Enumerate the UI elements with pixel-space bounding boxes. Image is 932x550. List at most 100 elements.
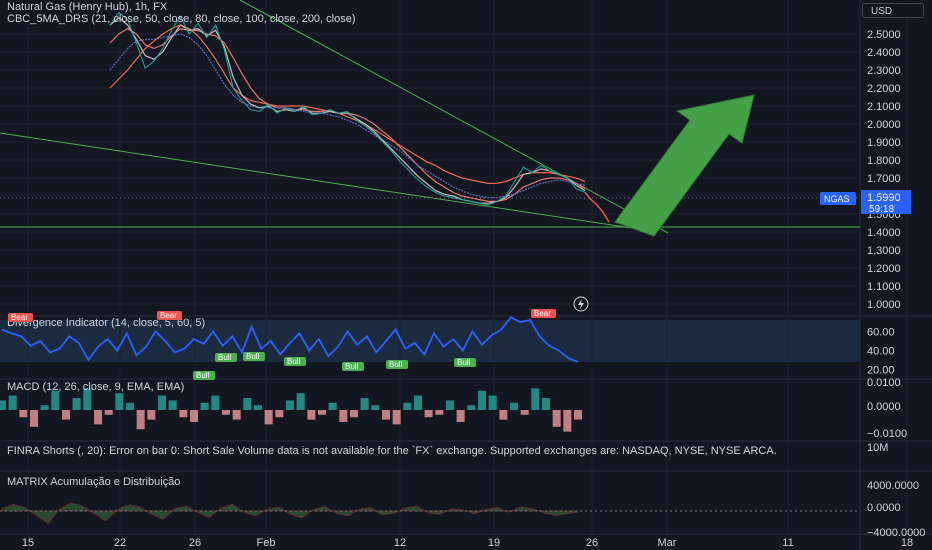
bull-label-text: Bull — [457, 358, 471, 367]
price-tick-label: 1.9000 — [867, 137, 901, 149]
bull-label: Bull — [342, 362, 364, 371]
matrix-tick-label: 0.0000 — [867, 502, 901, 514]
macd-bar — [126, 402, 134, 410]
time-tick-label: 22 — [114, 537, 126, 549]
bull-label-text: Bull — [389, 360, 403, 369]
macd-bar — [563, 410, 572, 432]
macd-bar — [510, 402, 518, 410]
osc-tick-label: 60.00 — [867, 327, 895, 339]
indicator-legend-matrix[interactable]: MATRIX Acumulação e Distribuição — [7, 476, 180, 488]
bear-label-text: Bear — [160, 311, 177, 320]
bull-label-text: Bull — [246, 352, 260, 361]
macd-bar — [115, 393, 124, 410]
bull-label-text: Bull — [218, 353, 232, 362]
bull-label-text: Bull — [287, 357, 301, 366]
time-tick-label: 11 — [782, 537, 793, 549]
macd-bar — [339, 410, 348, 422]
price-tick-label: 1.8000 — [867, 155, 901, 167]
indicator-legend-cbc[interactable]: CBC_5MA_DRS (21, close, 50, close, 80, c… — [7, 13, 356, 25]
macd-bar — [552, 410, 561, 427]
price-tick-label: 1.4000 — [867, 227, 901, 239]
macd-bar — [456, 410, 465, 422]
macd-bar — [0, 400, 6, 410]
macd-bar — [8, 395, 17, 410]
ticker-text: NGAS — [824, 194, 850, 204]
price-tick-label: 2.0000 — [867, 119, 901, 131]
bear-label: Bear — [157, 311, 182, 320]
bull-label: Bull — [454, 358, 476, 367]
last-price-text: 1.5990 — [867, 192, 901, 204]
macd-bar — [296, 393, 305, 410]
macd-bar — [211, 395, 220, 410]
macd-bar — [531, 388, 540, 410]
macd-bar — [62, 410, 70, 420]
macd-bar — [147, 410, 156, 420]
time-tick-label: 19 — [488, 537, 500, 549]
macd-bar — [179, 410, 188, 418]
indicator-legend-macd[interactable]: MACD (12, 26, close, 9, EMA, EMA) — [7, 381, 184, 393]
macd-bar — [94, 410, 102, 425]
macd-bar — [190, 410, 198, 422]
price-tick-label: 1.1000 — [867, 281, 901, 293]
time-tick-label: 15 — [22, 537, 34, 549]
macd-bar — [520, 410, 529, 415]
price-tick-label: 2.1000 — [867, 101, 901, 113]
macd-tick-label: −0.0100 — [867, 428, 907, 440]
bull-label: Bull — [243, 352, 265, 361]
currency-label: USD — [871, 6, 893, 17]
macd-bar — [542, 398, 550, 410]
macd-bar — [350, 410, 358, 418]
macd-bar — [19, 410, 28, 418]
macd-bar — [72, 398, 81, 410]
macd-bar — [371, 405, 380, 410]
symbol-title[interactable]: Natural Gas (Henry Hub), 1h, FX — [7, 1, 168, 13]
macd-bar — [254, 405, 262, 410]
macd-bar — [307, 410, 316, 420]
bull-label: Bull — [215, 353, 237, 362]
macd-bar — [382, 410, 390, 420]
macd-bar — [51, 390, 60, 410]
matrix-tick-label: 4000.0000 — [867, 480, 919, 492]
macd-bar — [158, 395, 166, 410]
macd-bar — [40, 405, 49, 410]
countdown-text: 59:18 — [869, 204, 894, 215]
macd-bar — [360, 398, 369, 410]
macd-bar — [168, 400, 177, 410]
macd-bar — [414, 395, 422, 410]
currency-selector[interactable]: USD — [862, 3, 924, 18]
time-tick-label: Feb — [257, 537, 276, 549]
time-tick-label: 26 — [586, 537, 598, 549]
macd-bar — [318, 410, 326, 415]
time-tick-label: Mar — [658, 537, 677, 549]
macd-bar — [403, 402, 412, 410]
bull-label: Bull — [386, 360, 408, 369]
finra-tick-label: 10M — [867, 442, 888, 454]
macd-bar — [104, 410, 113, 415]
chart-canvas[interactable]: 2.5000 2.4000 2.3000 2.2000 2.1000 2.0000 1.90… — [0, 0, 932, 550]
price-tick-label: 2.3000 — [867, 65, 901, 77]
price-tick-label: 1.2000 — [867, 263, 901, 275]
macd-bar — [275, 410, 284, 418]
price-tick-label: 2.2000 — [867, 83, 901, 95]
indicator-legend-finra[interactable]: FINRA Shorts (, 20): Error on bar 0: Sho… — [7, 445, 777, 457]
price-tick-label: 2.4000 — [867, 47, 901, 59]
last-price-tag: 1.5990 59:18 — [861, 190, 911, 215]
macd-bar — [222, 410, 230, 415]
time-tick-label: 12 — [394, 537, 406, 549]
macd-bar — [478, 390, 486, 410]
macd-bar — [136, 410, 145, 430]
price-tick-label: 2.5000 — [867, 29, 901, 41]
time-tick-label: 26 — [189, 537, 201, 549]
macd-bar — [467, 405, 476, 410]
osc-tick-label: 20.00 — [867, 365, 895, 377]
macd-bar — [286, 400, 294, 410]
macd-bar — [424, 410, 433, 418]
price-tick-label: 1.0000 — [867, 299, 901, 311]
macd-bar — [232, 410, 241, 420]
chart-background — [0, 0, 932, 550]
macd-bar — [328, 402, 337, 410]
macd-bar — [446, 400, 454, 410]
bull-label: Bull — [284, 357, 306, 366]
bull-label-text: Bull — [196, 371, 210, 380]
macd-bar — [392, 410, 401, 425]
